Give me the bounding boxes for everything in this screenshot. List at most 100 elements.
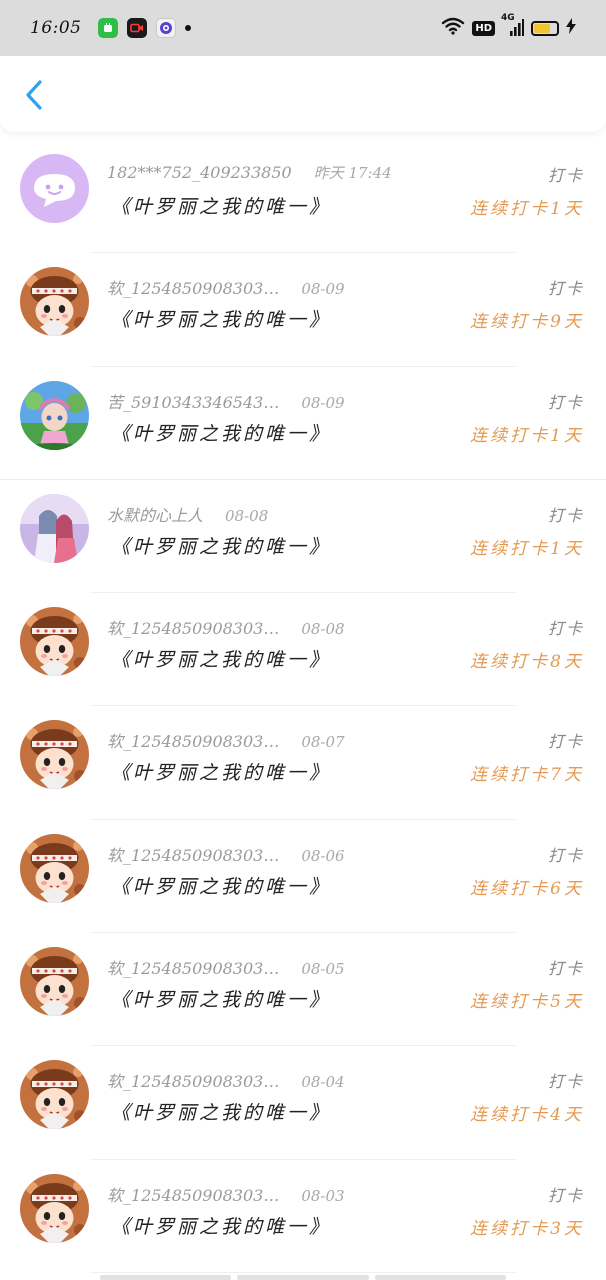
- list-item[interactable]: 苦_5910343346543… 08-09 《叶罗丽之我的唯一》 打卡 连续打…: [0, 367, 606, 480]
- book-title[interactable]: 《叶罗丽之我的唯一》: [111, 645, 331, 672]
- video-record-icon: [126, 18, 147, 38]
- checkin-label: 打卡: [547, 392, 584, 412]
- list-item[interactable]: 软_1254850908303… 08-03 《叶罗丽之我的唯一》 打卡 连续打…: [0, 1160, 606, 1273]
- post-time: 08-04: [301, 1073, 345, 1092]
- post-time: 08-05: [301, 960, 345, 979]
- post-time: 08-08: [225, 506, 269, 525]
- purple-chat-bubble-avatar[interactable]: [20, 154, 89, 223]
- checkin-label: 打卡: [547, 166, 584, 185]
- username[interactable]: 软_1254850908303…: [107, 615, 279, 639]
- username[interactable]: 软_1254850908303…: [107, 275, 279, 299]
- cartoon-girl-avatar[interactable]: [20, 267, 89, 337]
- cell-signal-icon: 4G: [501, 13, 524, 37]
- username[interactable]: 软_1254850908303…: [107, 728, 279, 752]
- streak-text: 连续打卡3天: [470, 1218, 584, 1239]
- book-title[interactable]: 《叶罗丽之我的唯一》: [111, 419, 331, 446]
- home-indicator: [100, 1275, 506, 1280]
- battery-level: [534, 23, 550, 33]
- book-title[interactable]: 《叶罗丽之我的唯一》: [111, 872, 331, 899]
- android-app-icon: [97, 18, 118, 38]
- more-notifications-dot: [184, 25, 191, 31]
- streak-text: 连续打卡8天: [470, 652, 584, 673]
- username[interactable]: 软_1254850908303…: [107, 1068, 279, 1092]
- anime-couple-avatar[interactable]: [20, 493, 89, 563]
- checkin-label: 打卡: [547, 732, 584, 752]
- streak-text: 连续打卡1天: [470, 425, 584, 446]
- status-indicators: HD 4G: [441, 13, 576, 39]
- cartoon-girl-avatar[interactable]: [20, 947, 89, 1017]
- post-time: 08-03: [301, 1186, 345, 1205]
- cartoon-girl-avatar[interactable]: [20, 607, 89, 677]
- streak-text: 连续打卡9天: [470, 312, 584, 333]
- book-title[interactable]: 《叶罗丽之我的唯一》: [111, 192, 331, 219]
- list-item[interactable]: 182***752_409233850 昨天 17:44 《叶罗丽之我的唯一》 …: [0, 140, 606, 254]
- post-time: 08-07: [301, 733, 345, 752]
- checkin-label: 打卡: [547, 1185, 584, 1205]
- status-bar: 16:05 HD 4G: [0, 0, 606, 56]
- streak-text: 连续打卡1天: [470, 199, 584, 219]
- checkin-list: 182***752_409233850 昨天 17:44 《叶罗丽之我的唯一》 …: [0, 140, 606, 1273]
- network-type-label: 4G: [501, 13, 515, 23]
- item-meta: 软_1254850908303… 08-05: [107, 955, 345, 979]
- list-item[interactable]: 软_1254850908303… 08-09 《叶罗丽之我的唯一》 打卡 连续打…: [0, 253, 606, 367]
- username[interactable]: 水默的心上人: [107, 502, 203, 526]
- item-meta: 182***752_409233850 昨天 17:44: [107, 162, 392, 183]
- list-item[interactable]: 软_1254850908303… 08-05 《叶罗丽之我的唯一》 打卡 连续打…: [0, 933, 606, 1047]
- row-divider: [90, 1271, 516, 1273]
- list-item[interactable]: 软_1254850908303… 08-07 《叶罗丽之我的唯一》 打卡 连续打…: [0, 706, 606, 820]
- streak-text: 连续打卡7天: [470, 765, 584, 786]
- item-meta: 软_1254850908303… 08-04: [107, 1068, 345, 1092]
- checkin-label: 打卡: [547, 619, 584, 639]
- list-item[interactable]: 软_1254850908303… 08-06 《叶罗丽之我的唯一》 打卡 连续打…: [0, 820, 606, 934]
- book-title[interactable]: 《叶罗丽之我的唯一》: [111, 985, 331, 1012]
- item-meta: 软_1254850908303… 08-08: [107, 615, 345, 639]
- checkin-label: 打卡: [547, 959, 584, 979]
- username[interactable]: 软_1254850908303…: [107, 842, 279, 866]
- list-item[interactable]: 水默的心上人 08-08 《叶罗丽之我的唯一》 打卡 连续打卡1天: [0, 480, 606, 594]
- username[interactable]: 182***752_409233850: [107, 163, 292, 182]
- post-time: 08-09: [301, 393, 345, 412]
- wifi-icon: [441, 17, 465, 39]
- username[interactable]: 软_1254850908303…: [107, 955, 279, 979]
- streak-text: 连续打卡4天: [470, 1105, 584, 1126]
- book-title[interactable]: 《叶罗丽之我的唯一》: [111, 758, 331, 785]
- item-meta: 苦_5910343346543… 08-09: [107, 389, 345, 413]
- item-meta: 软_1254850908303… 08-09: [107, 275, 345, 299]
- list-item[interactable]: 软_1254850908303… 08-08 《叶罗丽之我的唯一》 打卡 连续打…: [0, 593, 606, 707]
- doll-scene-avatar[interactable]: [20, 380, 89, 450]
- post-time: 08-08: [301, 620, 345, 639]
- item-meta: 软_1254850908303… 08-06: [107, 842, 345, 866]
- cartoon-girl-avatar[interactable]: [20, 720, 89, 790]
- streak-text: 连续打卡5天: [470, 992, 584, 1013]
- back-button[interactable]: [20, 78, 48, 112]
- streak-text: 连续打卡6天: [470, 878, 584, 899]
- username[interactable]: 软_1254850908303…: [107, 1182, 279, 1206]
- post-time: 08-06: [301, 846, 345, 865]
- status-time: 16:05: [30, 18, 82, 38]
- cartoon-girl-avatar[interactable]: [20, 833, 89, 903]
- checkin-label: 打卡: [547, 1072, 584, 1092]
- item-meta: 水默的心上人 08-08: [107, 502, 268, 526]
- list-item[interactable]: 软_1254850908303… 08-04 《叶罗丽之我的唯一》 打卡 连续打…: [0, 1046, 606, 1160]
- item-meta: 软_1254850908303… 08-03: [107, 1182, 345, 1206]
- checkin-label: 打卡: [547, 845, 584, 865]
- notification-icons: [97, 18, 191, 38]
- streak-text: 连续打卡1天: [470, 538, 584, 559]
- post-time: 昨天 17:44: [313, 164, 392, 182]
- item-meta: 软_1254850908303… 08-07: [107, 728, 345, 752]
- cartoon-girl-avatar[interactable]: [20, 1173, 89, 1243]
- book-title[interactable]: 《叶罗丽之我的唯一》: [111, 532, 331, 559]
- book-title[interactable]: 《叶罗丽之我的唯一》: [111, 1098, 331, 1125]
- checkin-label: 打卡: [547, 505, 584, 525]
- battery-icon: [531, 20, 559, 36]
- top-nav: [0, 56, 606, 132]
- username[interactable]: 苦_5910343346543…: [107, 389, 279, 413]
- book-title[interactable]: 《叶罗丽之我的唯一》: [111, 1212, 331, 1239]
- chevron-left-icon: [26, 80, 42, 110]
- charging-icon: [566, 18, 576, 38]
- cartoon-girl-avatar[interactable]: [20, 1060, 89, 1130]
- checkin-label: 打卡: [547, 279, 584, 299]
- hd-badge: HD: [472, 20, 495, 36]
- post-time: 08-09: [301, 280, 345, 299]
- book-title[interactable]: 《叶罗丽之我的唯一》: [111, 305, 331, 332]
